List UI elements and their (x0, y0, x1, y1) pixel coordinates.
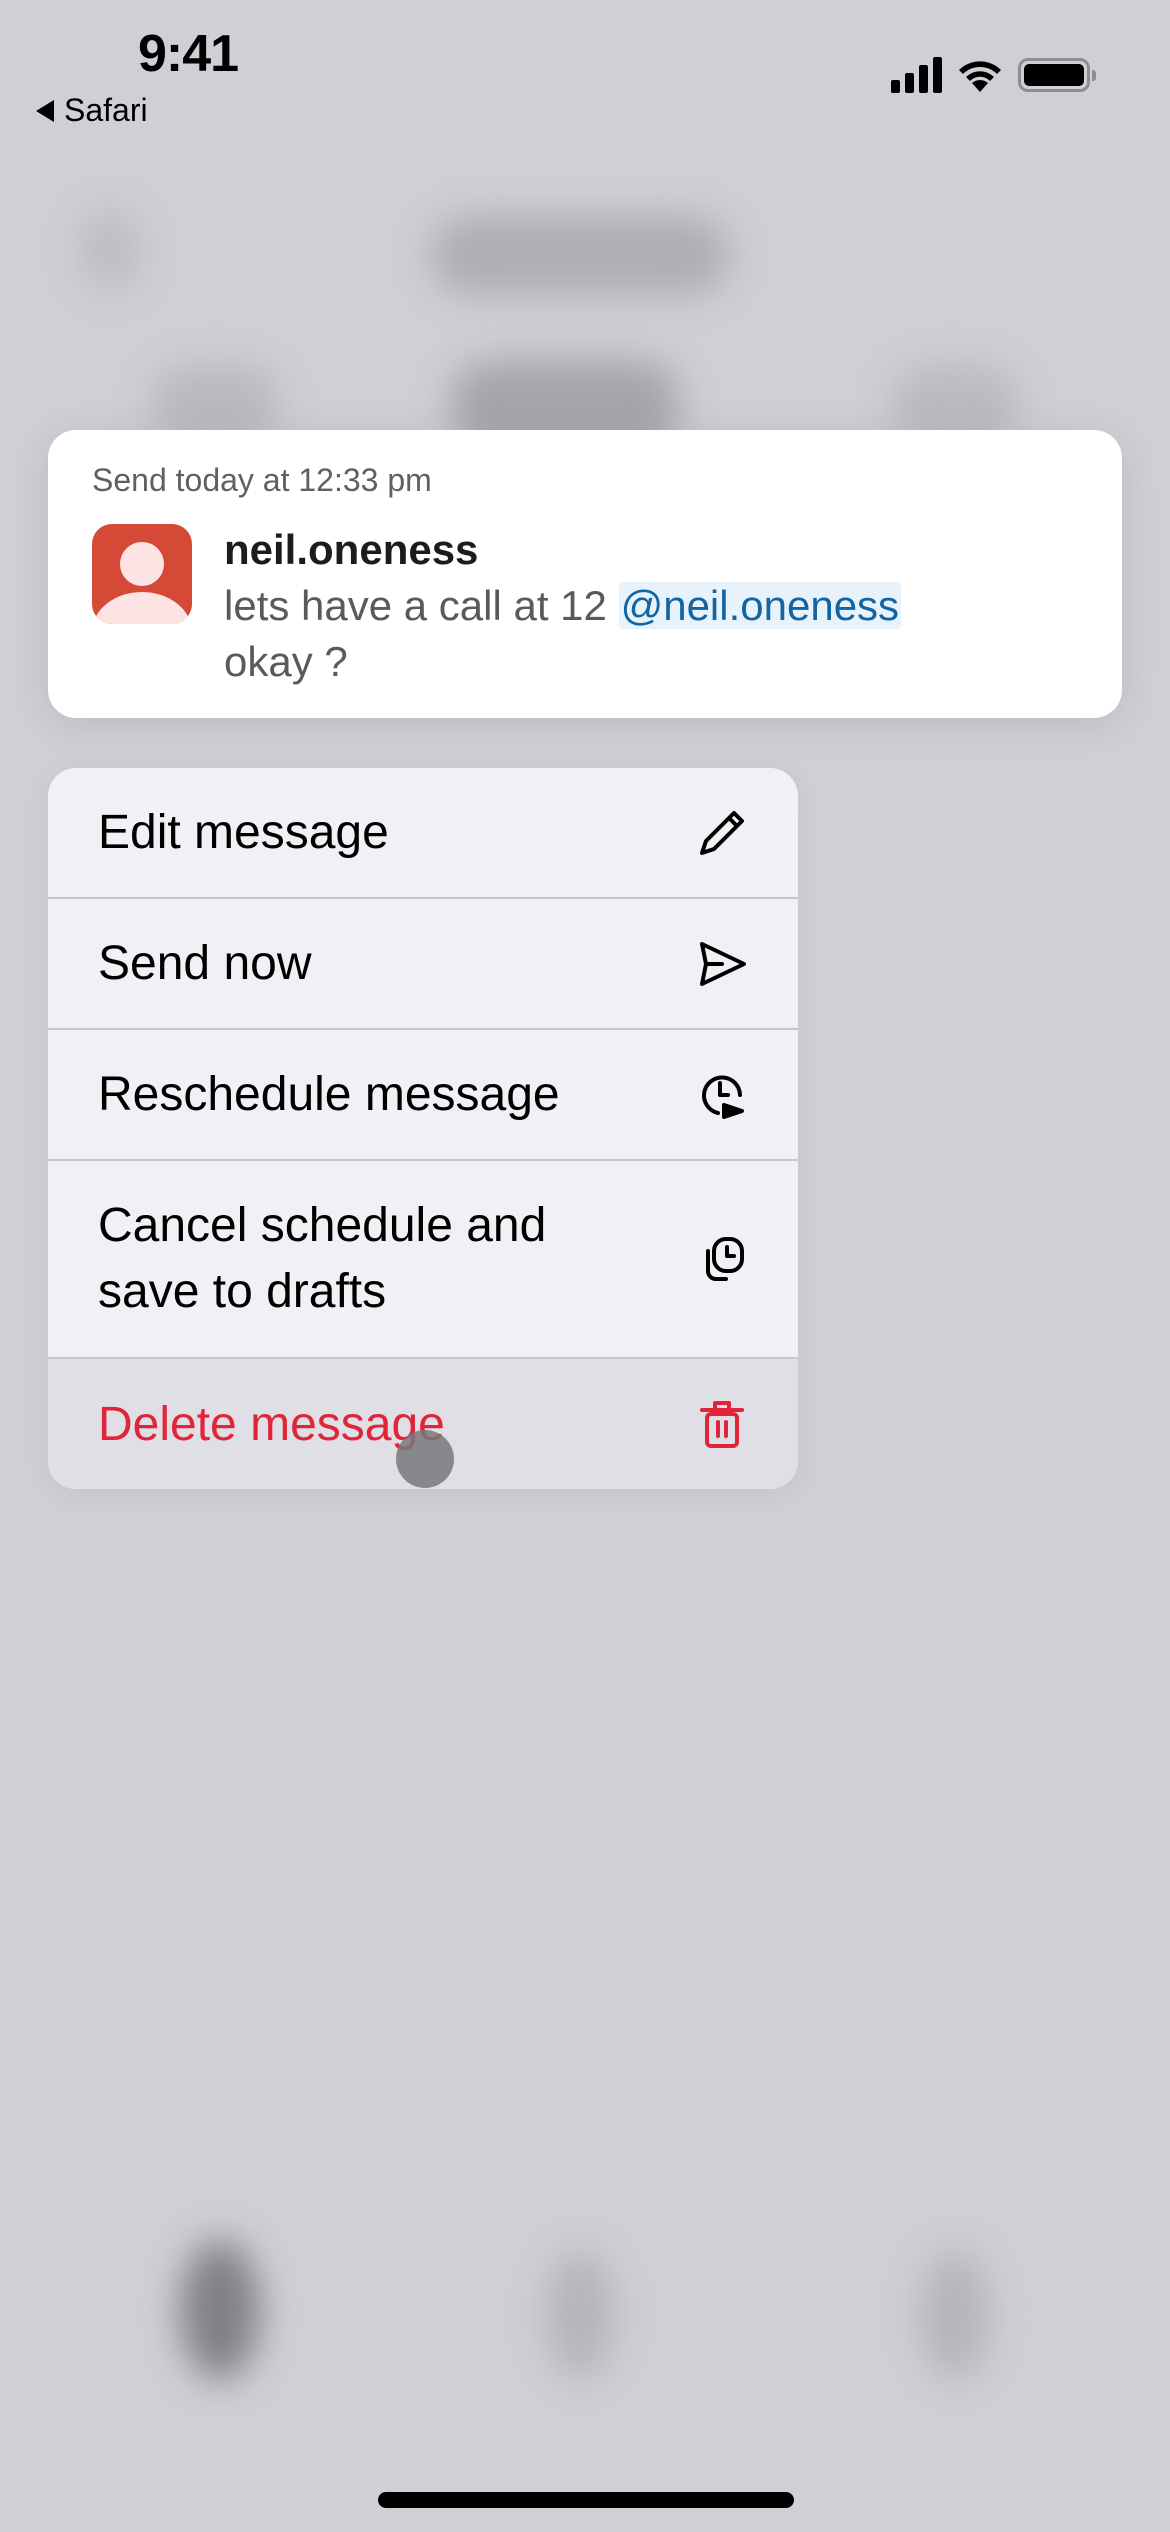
message-text: lets have a call at 12 @neil.oneness oka… (224, 578, 1084, 690)
message-body: neil.oneness lets have a call at 12 @nei… (224, 522, 1084, 690)
user-mention[interactable]: @neil.oneness (618, 582, 902, 629)
blurred-title (430, 215, 730, 295)
back-triangle-icon (36, 99, 54, 122)
menu-item-label: Reschedule message (98, 1068, 560, 1121)
avatar (92, 524, 192, 624)
drafts-clock-icon (694, 1231, 750, 1287)
pencil-icon (694, 805, 750, 861)
message-preview-card: Send today at 12:33 pm neil.oneness lets… (48, 430, 1122, 718)
status-bar: 9:41 Safari (0, 0, 1170, 150)
menu-item-send-now[interactable]: Send now (48, 899, 798, 1030)
back-to-safari-button[interactable]: Safari (36, 92, 148, 129)
touch-indicator (396, 1430, 454, 1488)
menu-item-cancel-schedule[interactable]: Cancel schedule and save to drafts (48, 1161, 798, 1359)
clock-reschedule-icon (694, 1067, 750, 1123)
back-app-label: Safari (64, 92, 148, 128)
blurred-nav-item (180, 2240, 260, 2380)
blurred-back-button (80, 210, 140, 290)
context-menu: Edit message Send now Reschedule message (48, 768, 798, 1489)
menu-item-label: Edit message (98, 806, 389, 859)
menu-item-edit-message[interactable]: Edit message (48, 768, 798, 899)
blurred-nav-item (545, 2250, 615, 2380)
menu-item-reschedule-message[interactable]: Reschedule message (48, 1030, 798, 1161)
message-text-part: okay ? (224, 638, 348, 685)
battery-icon (1018, 58, 1096, 92)
blurred-nav-item (920, 2250, 990, 2380)
status-icons (891, 56, 1096, 94)
schedule-label: Send today at 12:33 pm (92, 462, 432, 498)
message-text-part: lets have a call at 12 (224, 582, 619, 629)
wifi-icon (959, 61, 1001, 92)
home-indicator[interactable] (378, 2492, 794, 2508)
sender-name: neil.oneness (224, 526, 479, 573)
send-icon (694, 936, 750, 992)
trash-icon (694, 1396, 750, 1452)
status-time: 9:41 (138, 25, 239, 83)
cellular-signal-icon (891, 57, 942, 93)
menu-item-label: Cancel schedule and save to drafts (98, 1199, 547, 1318)
menu-item-label: Send now (98, 937, 312, 990)
menu-item-label: Delete message (98, 1397, 445, 1451)
